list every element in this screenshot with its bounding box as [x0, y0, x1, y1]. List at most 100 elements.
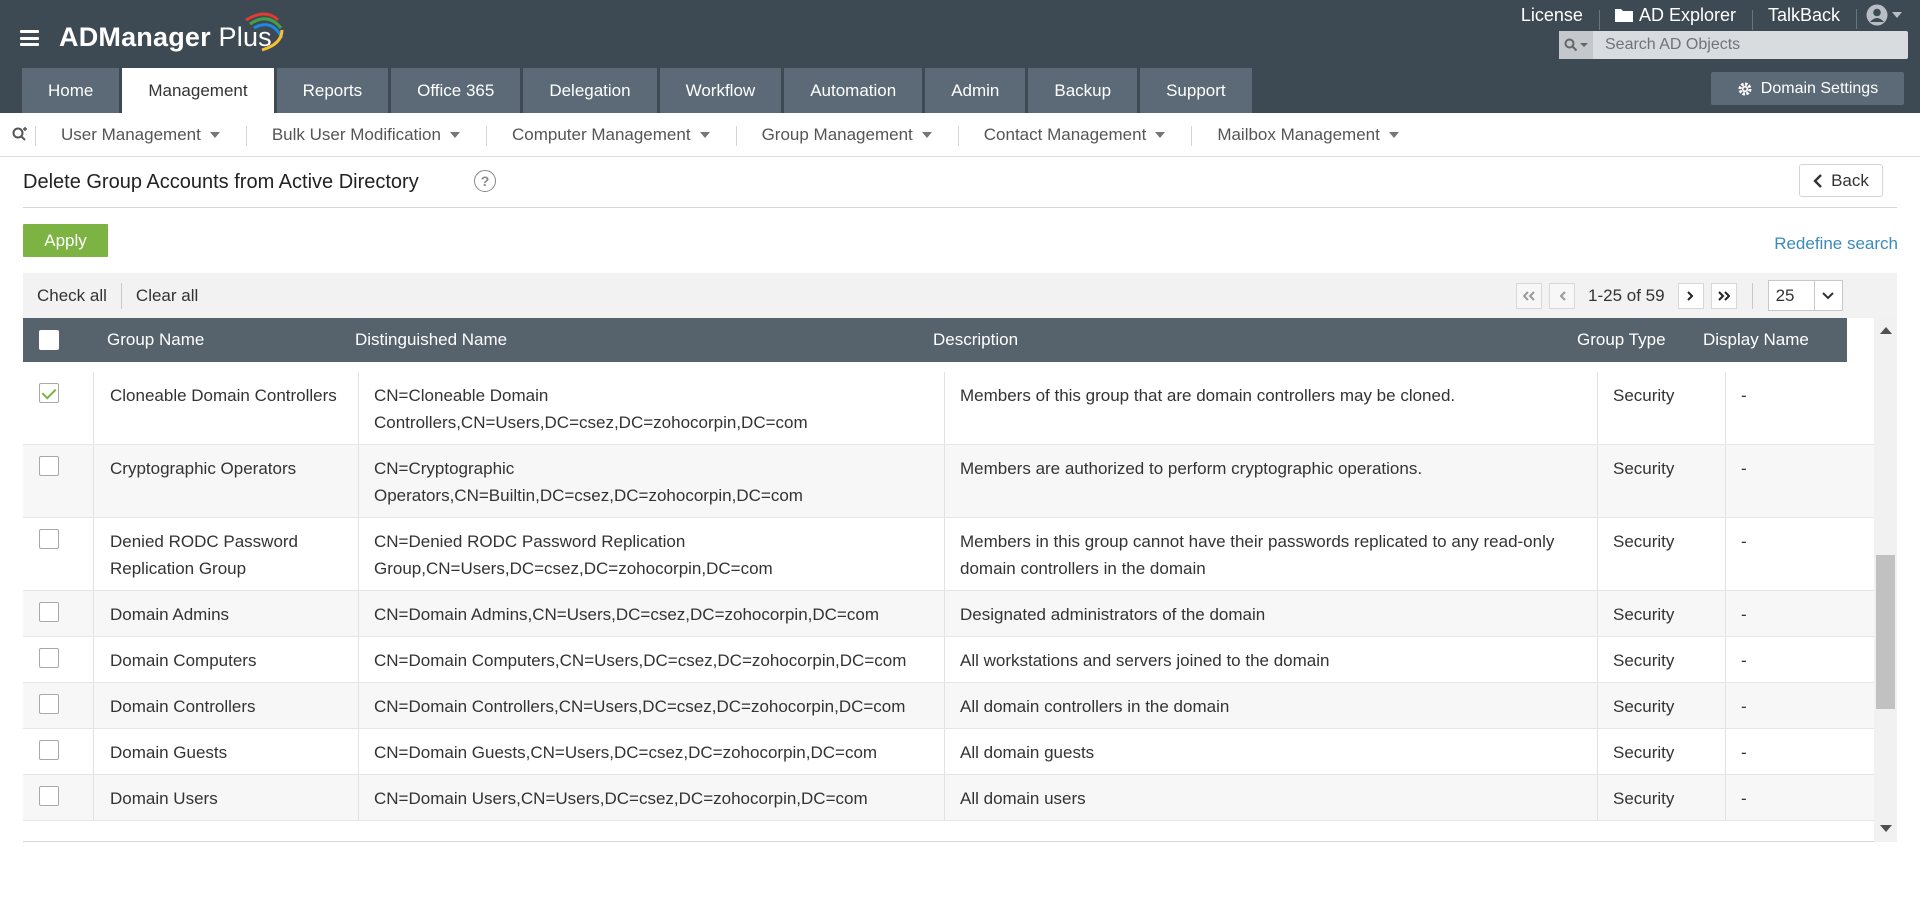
column-header-group-type[interactable]: Group Type [1577, 318, 1703, 362]
apply-button[interactable]: Apply [23, 224, 108, 257]
subnav-computer-management[interactable]: Computer Management [485, 125, 736, 146]
user-menu[interactable] [1856, 4, 1920, 29]
row-checkbox[interactable] [39, 529, 59, 549]
description-cell: All domain guests [945, 729, 1598, 774]
column-header-group-name[interactable]: Group Name [94, 318, 355, 362]
description-cell: All domain users [945, 775, 1598, 820]
search-input[interactable] [1593, 36, 1893, 54]
redefine-search-link[interactable]: Redefine search [1774, 234, 1898, 254]
search-icon[interactable] [1559, 31, 1593, 59]
description-cell: Members are authorized to perform crypto… [945, 445, 1598, 517]
group-name-cell: Domain Controllers [94, 683, 359, 728]
tab-office-365[interactable]: Office 365 [391, 68, 521, 113]
check-all-link[interactable]: Check all [23, 286, 121, 306]
row-checkbox-cell [23, 729, 94, 774]
tab-delegation[interactable]: Delegation [523, 68, 657, 113]
per-page-select[interactable]: 25 [1767, 280, 1843, 311]
domain-settings-button[interactable]: Domain Settings [1711, 72, 1904, 105]
row-checkbox[interactable] [39, 383, 59, 403]
column-header-display-name[interactable]: Display Name [1703, 318, 1847, 362]
group-type-cell: Security [1598, 445, 1726, 517]
row-checkbox[interactable] [39, 694, 59, 714]
table-row[interactable]: Domain Controllers CN=Domain Controllers… [23, 683, 1874, 729]
subnav-bulk-user-modification[interactable]: Bulk User Modification [245, 125, 486, 146]
column-header-distinguished-name[interactable]: Distinguished Name [355, 318, 933, 362]
header-select-all[interactable] [23, 318, 94, 362]
group-type-cell: Security [1598, 518, 1726, 590]
groups-table: Group Name Distinguished Name Descriptio… [23, 318, 1897, 842]
subnav-contact-management[interactable]: Contact Management [957, 125, 1192, 146]
ad-search-box [1559, 31, 1908, 59]
row-checkbox[interactable] [39, 648, 59, 668]
table-row[interactable]: Domain Admins CN=Domain Admins,CN=Users,… [23, 591, 1874, 637]
user-avatar-icon [1866, 4, 1888, 26]
distinguished-name-cell: CN=Denied RODC Password Replication Grou… [359, 518, 945, 590]
chevron-down-icon [449, 131, 460, 138]
page-title: Delete Group Accounts from Active Direct… [23, 171, 419, 193]
per-page-value: 25 [1775, 285, 1795, 305]
group-name-cell: Domain Guests [94, 729, 359, 774]
prev-page-icon[interactable] [1549, 282, 1575, 309]
help-icon[interactable]: ? [474, 170, 496, 192]
tab-management[interactable]: Management [122, 68, 274, 113]
tab-admin[interactable]: Admin [925, 68, 1026, 113]
chevron-left-glyph [1559, 290, 1566, 301]
row-checkbox[interactable] [39, 786, 59, 806]
scroll-up-arrow-icon[interactable] [1880, 327, 1892, 334]
group-type-cell: Security [1598, 683, 1726, 728]
row-checkbox[interactable] [39, 740, 59, 760]
tab-support[interactable]: Support [1140, 68, 1252, 113]
table-row[interactable]: Domain Computers CN=Domain Computers,CN=… [23, 637, 1874, 683]
first-page-icon[interactable] [1516, 282, 1542, 309]
logo-text: ADManager [59, 22, 211, 52]
chevron-down-icon[interactable] [1813, 281, 1842, 310]
row-checkbox-cell [23, 683, 94, 728]
scroll-down-arrow-icon[interactable] [1880, 825, 1892, 832]
group-type-cell: Security [1598, 637, 1726, 682]
magnifier-glyph [1564, 38, 1578, 52]
display-name-cell: - [1741, 651, 1747, 670]
talkback-link[interactable]: TalkBack [1751, 5, 1856, 30]
group-type-cell: Security [1598, 729, 1726, 774]
table-row[interactable]: Domain Users CN=Domain Users,CN=Users,DC… [23, 775, 1874, 821]
subnav-group-management[interactable]: Group Management [735, 124, 958, 146]
table-row[interactable]: Domain Guests CN=Domain Guests,CN=Users,… [23, 729, 1874, 775]
next-page-icon[interactable] [1677, 282, 1704, 309]
table-row[interactable]: Cloneable Domain Controllers CN=Cloneabl… [23, 372, 1874, 445]
display-name-cell: - [1741, 789, 1747, 808]
table-toolbar: Check all Clear all 1-25 of 59 25 [23, 273, 1897, 318]
tab-backup[interactable]: Backup [1028, 68, 1138, 113]
group-name-cell: Denied RODC Password Replication Group [94, 518, 359, 590]
row-checkbox-cell [23, 518, 94, 590]
select-all-checkbox[interactable] [39, 330, 59, 350]
clear-all-link[interactable]: Clear all [122, 286, 212, 306]
scrollbar-thumb[interactable] [1876, 555, 1895, 709]
tab-workflow[interactable]: Workflow [659, 68, 782, 113]
group-type-cell: Security [1598, 775, 1726, 820]
domain-settings-label: Domain Settings [1760, 79, 1879, 97]
subnav-label: Group Management [761, 124, 913, 144]
table-row[interactable]: Denied RODC Password Replication Group C… [23, 518, 1874, 591]
tab-reports[interactable]: Reports [276, 68, 389, 113]
subnav-mailbox-management[interactable]: Mailbox Management [1191, 125, 1425, 146]
distinguished-name-cell: CN=Domain Users,CN=Users,DC=csez,DC=zoho… [359, 775, 945, 820]
subnav-user-management[interactable]: User Management [35, 125, 246, 146]
group-type-cell: Security [1598, 591, 1726, 636]
row-checkbox-cell [23, 775, 94, 820]
column-header-description[interactable]: Description [933, 318, 1577, 362]
license-link[interactable]: License [1505, 5, 1599, 26]
tab-automation[interactable]: Automation [784, 68, 923, 113]
tab-home[interactable]: Home [22, 68, 120, 113]
table-header: Group Name Distinguished Name Descriptio… [23, 318, 1847, 362]
row-checkbox[interactable] [39, 456, 59, 476]
ad-explorer-link[interactable]: AD Explorer [1598, 5, 1752, 30]
subnav-search-icon[interactable] [5, 113, 35, 157]
last-page-icon[interactable] [1710, 282, 1737, 309]
back-button[interactable]: Back [1799, 164, 1883, 197]
logo-arc-icon [245, 12, 284, 52]
divider [23, 207, 1897, 208]
chevron-down-icon [1388, 131, 1399, 138]
table-row[interactable]: Cryptographic Operators CN=Cryptographic… [23, 445, 1874, 518]
hamburger-menu-icon[interactable] [20, 30, 39, 46]
row-checkbox[interactable] [39, 602, 59, 622]
